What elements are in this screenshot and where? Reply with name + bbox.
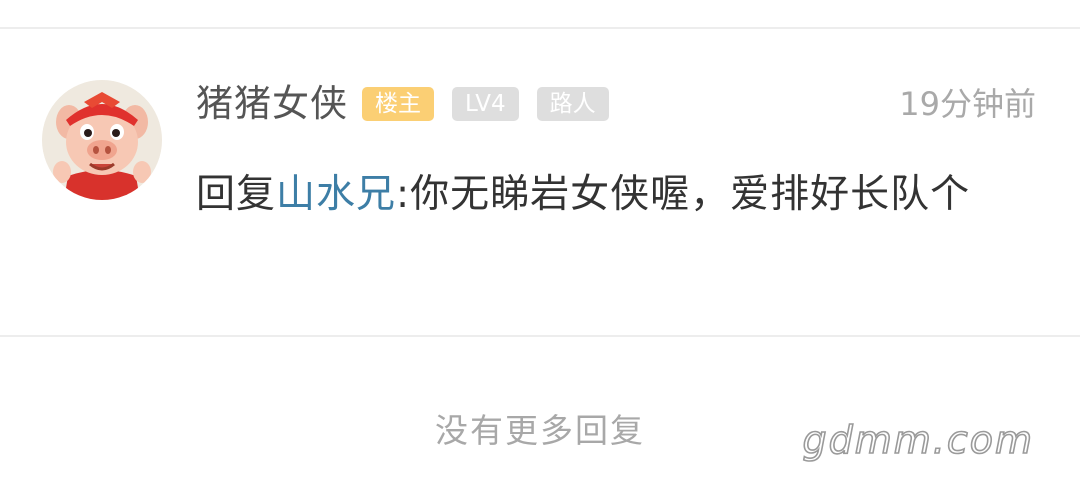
reply-prefix: 回复 [196,172,277,217]
level-badge: LV4 [452,87,519,121]
site-watermark: gdmm.com [802,417,1034,463]
rank-badge: 路人 [536,87,609,121]
post-time: 19分钟前 [899,85,1036,123]
owner-badge: 楼主 [362,87,434,121]
reply-comment[interactable]: 猪猪女侠 楼主 LV4 路人 19分钟前 回复山水兄:你无睇岩女侠喔，爱排好长队… [0,30,1080,335]
mention-link[interactable]: 山水兄 [276,172,396,217]
comment-page: 猪猪女侠 楼主 LV4 路人 19分钟前 回复山水兄:你无睇岩女侠喔，爱排好长队… [0,0,1080,502]
username[interactable]: 猪猪女侠 [196,82,348,126]
comment-text[interactable]: 回复山水兄:你无睇岩女侠喔，爱排好长队个 [196,166,1026,223]
comment-header: 猪猪女侠 楼主 LV4 路人 [196,82,627,126]
top-divider [0,27,1080,29]
comment-content: :你无睇岩女侠喔，爱排好长队个 [396,172,971,217]
pig-avatar-icon [42,80,162,200]
user-avatar[interactable] [42,80,162,200]
section-divider [0,335,1080,337]
